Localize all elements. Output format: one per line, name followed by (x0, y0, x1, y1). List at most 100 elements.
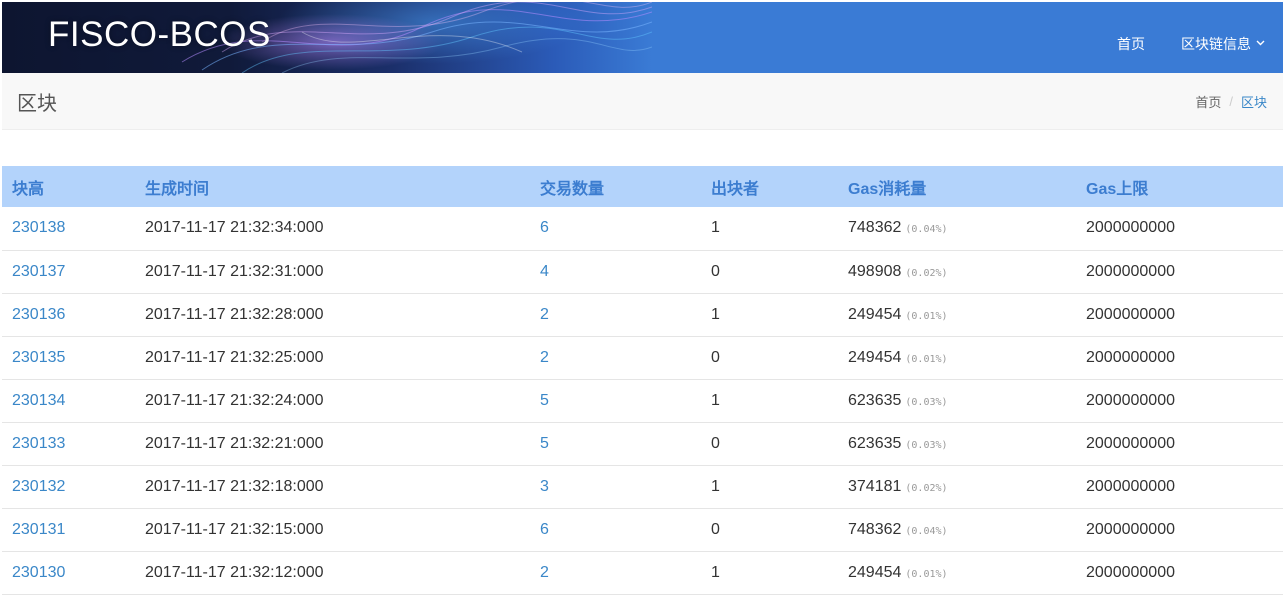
gas-limit: 2000000000 (1076, 250, 1283, 294)
gas-used-percent: (0.02%) (905, 267, 948, 279)
block-time: 2017-11-17 21:32:31:000 (135, 250, 530, 294)
tx-count-link[interactable]: 2 (540, 306, 549, 323)
gas-used-cell: 623635 (0.03%) (838, 422, 1076, 466)
gas-used-value: 249454 (848, 563, 902, 581)
block-time: 2017-11-17 21:32:18:000 (135, 465, 530, 509)
gas-used-percent: (0.01%) (905, 568, 948, 580)
gas-used-value: 623635 (848, 434, 902, 452)
gas-used-cell: 748362 (0.04%) (838, 508, 1076, 552)
block-time: 2017-11-17 21:32:15:000 (135, 508, 530, 552)
column-header-block-height: 块高 (2, 166, 135, 207)
table-row: 230132 2017-11-17 21:32:18:000 3 1 37418… (2, 465, 1283, 509)
gas-used-percent: (0.04%) (905, 525, 948, 537)
tx-count-link[interactable]: 6 (540, 521, 549, 538)
block-time: 2017-11-17 21:32:28:000 (135, 293, 530, 337)
column-header-tx-count: 交易数量 (530, 166, 701, 207)
breadcrumb-bar: 区块 首页 / 区块 (2, 73, 1283, 130)
gas-used-cell: 249454 (0.01%) (838, 293, 1076, 337)
tx-count-link[interactable]: 2 (540, 349, 549, 366)
block-miner: 1 (701, 207, 838, 251)
nav-blockchain-info-dropdown[interactable]: 区块链信息 (1163, 2, 1283, 73)
gas-used-cell: 249454 (0.01%) (838, 336, 1076, 380)
block-height-link[interactable]: 230133 (12, 435, 65, 452)
tx-count-link[interactable]: 6 (540, 219, 549, 236)
block-time: 2017-11-17 21:32:34:000 (135, 207, 530, 251)
tx-count-link[interactable]: 4 (540, 263, 549, 280)
block-height-link[interactable]: 230132 (12, 478, 65, 495)
table-row: 230131 2017-11-17 21:32:15:000 6 0 74836… (2, 508, 1283, 552)
gas-used-percent: (0.03%) (905, 396, 948, 408)
gas-limit: 2000000000 (1076, 465, 1283, 509)
block-miner: 1 (701, 551, 838, 595)
block-miner: 0 (701, 422, 838, 466)
blocks-table: 块高 生成时间 交易数量 出块者 Gas消耗量 Gas上限 230138 201… (2, 166, 1283, 595)
gas-used-cell: 498908 (0.02%) (838, 250, 1076, 294)
gas-used-value: 374181 (848, 477, 902, 495)
gas-used-cell: 623635 (0.03%) (838, 379, 1076, 423)
tx-count-link[interactable]: 5 (540, 435, 549, 452)
column-header-gas-used: Gas消耗量 (838, 166, 1076, 207)
tx-count-link[interactable]: 3 (540, 478, 549, 495)
table-row: 230136 2017-11-17 21:32:28:000 2 1 24945… (2, 293, 1283, 337)
table-row: 230134 2017-11-17 21:32:24:000 5 1 62363… (2, 379, 1283, 423)
gas-used-cell: 748362 (0.04%) (838, 207, 1076, 251)
block-miner: 0 (701, 508, 838, 552)
tx-count-link[interactable]: 5 (540, 392, 549, 409)
page-title: 区块 (17, 93, 57, 115)
gas-limit: 2000000000 (1076, 551, 1283, 595)
table-row: 230130 2017-11-17 21:32:12:000 2 1 24945… (2, 551, 1283, 595)
breadcrumb-current: 区块 (1240, 95, 1267, 110)
block-height-link[interactable]: 230130 (12, 564, 65, 581)
block-miner: 1 (701, 379, 838, 423)
main-nav: 首页 区块链信息 (1099, 2, 1283, 73)
block-miner: 0 (701, 250, 838, 294)
column-header-time: 生成时间 (135, 166, 530, 207)
breadcrumb-home-link[interactable]: 首页 (1195, 92, 1221, 111)
gas-used-value: 748362 (848, 219, 902, 237)
block-height-link[interactable]: 230137 (12, 263, 65, 280)
nav-blockchain-info-label: 区块链信息 (1181, 35, 1251, 52)
gas-limit: 2000000000 (1076, 207, 1283, 251)
gas-used-value: 249454 (848, 305, 902, 323)
block-height-link[interactable]: 230134 (12, 392, 65, 409)
gas-used-value: 748362 (848, 520, 902, 538)
block-height-link[interactable]: 230131 (12, 521, 65, 538)
block-time: 2017-11-17 21:32:21:000 (135, 422, 530, 466)
gas-used-value: 249454 (848, 348, 902, 366)
block-height-link[interactable]: 230135 (12, 349, 65, 366)
table-header-row: 块高 生成时间 交易数量 出块者 Gas消耗量 Gas上限 (2, 166, 1283, 207)
site-logo[interactable]: FISCO-BCOS (48, 15, 271, 55)
gas-used-cell: 249454 (0.01%) (838, 551, 1076, 595)
gas-used-percent: (0.04%) (905, 224, 948, 236)
page: FISCO-BCOS 首页 区块链信息 区块 首页 / 区块 块高 生成时间 交… (0, 0, 1285, 597)
column-header-miner: 出块者 (701, 166, 838, 207)
nav-home[interactable]: 首页 (1099, 2, 1163, 73)
block-time: 2017-11-17 21:32:12:000 (135, 551, 530, 595)
block-miner: 1 (701, 293, 838, 337)
block-miner: 0 (701, 336, 838, 380)
gas-limit: 2000000000 (1076, 422, 1283, 466)
gas-limit: 2000000000 (1076, 293, 1283, 337)
chevron-down-icon (1256, 38, 1265, 49)
table-row: 230133 2017-11-17 21:32:21:000 5 0 62363… (2, 422, 1283, 466)
breadcrumb: 首页 / 区块 (1195, 92, 1267, 111)
tx-count-link[interactable]: 2 (540, 564, 549, 581)
gas-used-value: 498908 (848, 262, 902, 280)
table-row: 230138 2017-11-17 21:32:34:000 6 1 74836… (2, 207, 1283, 251)
gas-used-percent: (0.03%) (905, 439, 948, 451)
gas-used-percent: (0.02%) (905, 482, 948, 494)
block-time: 2017-11-17 21:32:24:000 (135, 379, 530, 423)
gas-used-value: 623635 (848, 391, 902, 409)
gas-used-percent: (0.01%) (905, 353, 948, 365)
column-header-gas-limit: Gas上限 (1076, 166, 1283, 207)
gas-limit: 2000000000 (1076, 508, 1283, 552)
top-header: FISCO-BCOS 首页 区块链信息 (2, 2, 1283, 73)
breadcrumb-separator: / (1229, 94, 1233, 109)
block-miner: 1 (701, 465, 838, 509)
gas-used-percent: (0.01%) (905, 310, 948, 322)
block-height-link[interactable]: 230136 (12, 306, 65, 323)
block-time: 2017-11-17 21:32:25:000 (135, 336, 530, 380)
table-row: 230137 2017-11-17 21:32:31:000 4 0 49890… (2, 250, 1283, 294)
gas-used-cell: 374181 (0.02%) (838, 465, 1076, 509)
block-height-link[interactable]: 230138 (12, 219, 65, 236)
